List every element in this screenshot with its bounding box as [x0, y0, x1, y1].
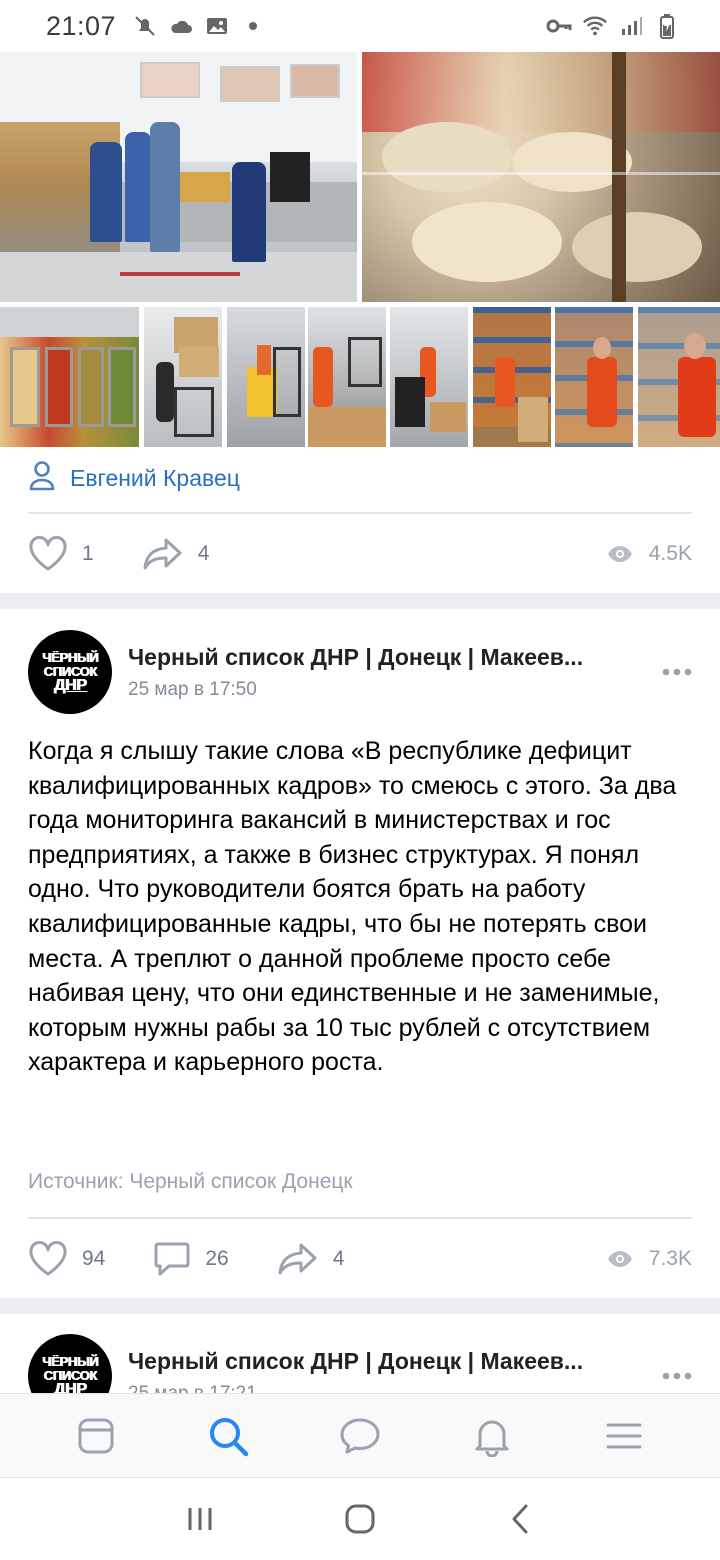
- like-button[interactable]: 94: [28, 1241, 105, 1277]
- eye-icon: [607, 546, 632, 562]
- views-counter: 4.5K: [607, 542, 692, 566]
- gallery-icon: [204, 13, 230, 39]
- cloud-icon: [168, 13, 194, 39]
- photo-thumb-warehouse-7[interactable]: [638, 307, 720, 447]
- divider: [28, 1217, 692, 1219]
- photo-thumb-warehouse-5[interactable]: [473, 307, 551, 447]
- share-count: 4: [197, 542, 210, 565]
- recent-apps-icon: [188, 1508, 212, 1530]
- home-button[interactable]: [330, 1489, 390, 1549]
- system-navigation-bar: [0, 1477, 720, 1560]
- post-source[interactable]: Источник: Черный список Донецк: [28, 1170, 353, 1194]
- post2-header: ЧЁРНЫЙ СПИСОК ДНР Черный список ДНР | До…: [28, 630, 692, 714]
- status-time: 21:07: [46, 10, 117, 41]
- photo-salads-display[interactable]: [362, 52, 720, 302]
- post-author[interactable]: Евгений Кравец: [28, 460, 240, 496]
- post-date[interactable]: 25 мар в 17:50: [128, 679, 642, 701]
- post-text: Когда я слышу такие слова «В республике …: [28, 737, 677, 1077]
- avatar-text-line: ЧЁРНЫЙ: [41, 1354, 99, 1369]
- photo-thumb-warehouse-2[interactable]: [227, 307, 305, 447]
- post2-actions: 94 26 4 7.3K: [28, 1237, 692, 1281]
- nav-menu[interactable]: [594, 1406, 654, 1466]
- photo-canteen[interactable]: [0, 52, 357, 302]
- vk-feed-screen: 21:07 Евгений Кравец 1 4 4.5K ЧЁРНЫЙ СПИ…: [0, 0, 720, 1560]
- key-icon: [546, 13, 572, 39]
- notifications-icon: [475, 1420, 509, 1457]
- back-icon: [512, 1504, 528, 1534]
- comment-icon: [154, 1242, 190, 1276]
- more-options-button[interactable]: [652, 652, 692, 692]
- nav-notifications[interactable]: [462, 1406, 522, 1466]
- photo-thumb-buffet[interactable]: [0, 307, 139, 447]
- divider: [28, 512, 692, 514]
- dot-icon: [240, 13, 266, 39]
- more-options-button[interactable]: [652, 1356, 692, 1396]
- comment-count: 26: [205, 1247, 229, 1270]
- photo-thumb-warehouse-6[interactable]: [555, 307, 633, 447]
- post-separator: [0, 593, 720, 609]
- nav-messages[interactable]: [330, 1406, 390, 1466]
- newsfeed-icon: [78, 1418, 114, 1453]
- views-counter: 7.3K: [607, 1247, 692, 1271]
- mute-notifications-icon: [132, 13, 158, 39]
- photo-thumb-warehouse-4[interactable]: [390, 307, 468, 447]
- post1-actions: 1 4 4.5K: [28, 532, 692, 576]
- status-bar: 21:07: [0, 0, 720, 52]
- photo-thumb-warehouse-3[interactable]: [308, 307, 386, 447]
- user-icon: [28, 460, 56, 497]
- like-button[interactable]: 1: [28, 536, 94, 572]
- avatar-text-line: ДНР: [53, 677, 87, 694]
- more-dots-icon: [662, 668, 692, 676]
- avatar-text-line: ЧЁРНЫЙ: [41, 650, 99, 665]
- heart-icon: [29, 1241, 67, 1276]
- home-icon: [345, 1504, 375, 1534]
- nav-newsfeed[interactable]: [66, 1406, 126, 1466]
- nav-search[interactable]: [198, 1406, 258, 1466]
- recent-apps-button[interactable]: [170, 1489, 230, 1549]
- community-avatar[interactable]: ЧЁРНЫЙ СПИСОК ДНР: [28, 630, 112, 714]
- share-count: 4: [332, 1247, 345, 1270]
- post-separator: [0, 1298, 720, 1314]
- share-button[interactable]: 4: [277, 1241, 345, 1277]
- wifi-icon: [582, 13, 608, 39]
- community-name[interactable]: Черный список ДНР | Донецк | Макеев...: [128, 644, 642, 671]
- eye-icon: [607, 1251, 632, 1267]
- search-icon: [210, 1417, 249, 1456]
- share-icon: [278, 1243, 317, 1275]
- post-photo-grid: [0, 52, 720, 448]
- messages-icon: [340, 1418, 380, 1453]
- share-icon: [143, 538, 182, 570]
- like-count: 1: [82, 542, 94, 565]
- more-dots-icon: [662, 1372, 692, 1380]
- community-name[interactable]: Черный список ДНР | Донецк | Макеев...: [128, 1348, 642, 1375]
- like-count: 94: [82, 1247, 106, 1270]
- photo-thumb-warehouse-1[interactable]: [144, 307, 222, 447]
- views-count: 4.5K: [648, 542, 692, 565]
- back-button[interactable]: [490, 1489, 550, 1549]
- comment-button[interactable]: 26: [153, 1241, 229, 1277]
- author-name: Евгений Кравец: [70, 464, 240, 491]
- share-button[interactable]: 4: [142, 536, 210, 572]
- menu-icon: [606, 1423, 642, 1448]
- battery-icon: [654, 13, 680, 39]
- heart-icon: [29, 536, 67, 571]
- bottom-navigation: [0, 1393, 720, 1477]
- signal-icon: [618, 13, 644, 39]
- views-count: 7.3K: [648, 1247, 692, 1270]
